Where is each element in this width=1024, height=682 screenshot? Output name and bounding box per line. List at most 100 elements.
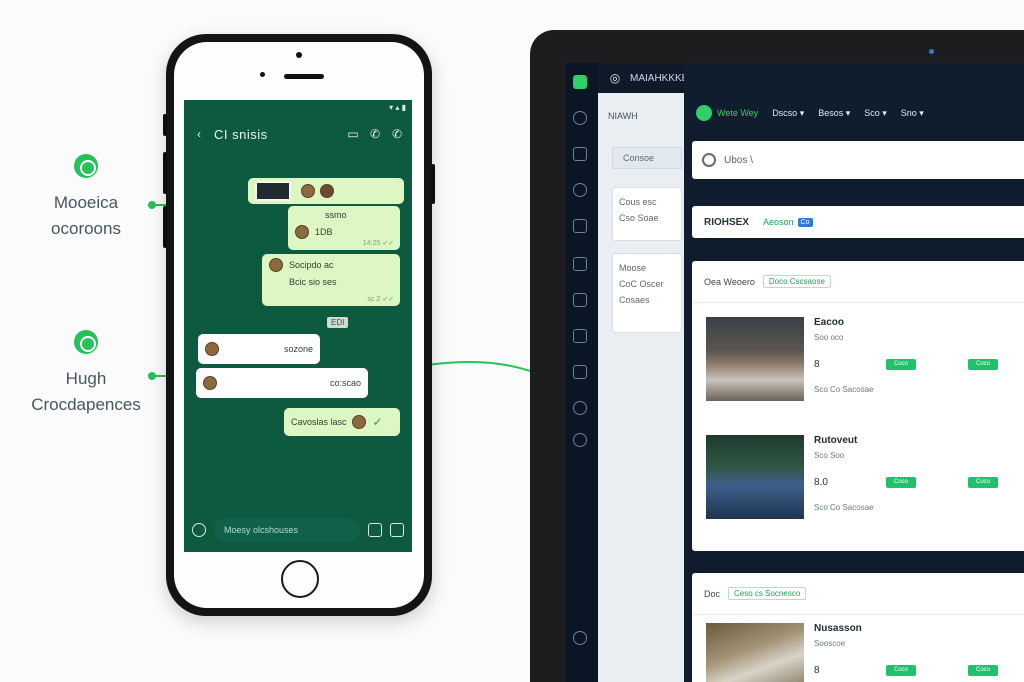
annotation-1-line1: Mooeica	[53, 193, 119, 212]
item-value: 8	[814, 665, 820, 676]
status-pill: Coco	[886, 477, 916, 488]
status-tag: Co	[797, 217, 813, 227]
brand[interactable]: Wete Wey	[696, 105, 758, 121]
menu-icon[interactable]: ✆	[390, 127, 404, 141]
icon-rail	[566, 63, 598, 682]
camera-icon[interactable]	[368, 523, 382, 537]
item-thumbnail	[706, 623, 804, 682]
item-thumbnail	[706, 317, 804, 401]
chat-bubble-4[interactable]: sozone	[198, 334, 320, 364]
bubble-3-line2: Bcic sio ses	[289, 277, 337, 287]
phone-camera	[296, 52, 302, 58]
avatar	[203, 376, 217, 390]
list-header-label: Doc	[704, 588, 721, 599]
folder-icon[interactable]	[573, 257, 587, 271]
nav-item[interactable]: Dscso ▾	[772, 108, 804, 119]
app-logo-icon[interactable]	[573, 75, 587, 89]
sidebar-card-2-line: CoC Oscer	[619, 279, 664, 289]
list-icon[interactable]	[573, 293, 587, 307]
section-header: RIOHSEX Aeoson Co	[692, 206, 1024, 238]
video-call-icon[interactable]: ▭	[346, 127, 360, 141]
sidebar-button[interactable]: Consoe	[612, 147, 682, 169]
chat-header: ‹ CI snisis ▭ ✆ ✆	[184, 114, 412, 154]
item-value: 8	[814, 359, 820, 370]
people-icon[interactable]	[573, 401, 587, 415]
image-thumbnail	[255, 181, 291, 201]
chat-icon[interactable]	[573, 111, 587, 125]
results-list: Oea Weoero Doco Cscsaose Eacoo Soo oco 8…	[692, 261, 1024, 551]
chat-bubble-6[interactable]: Cavoslas lasc ✓	[284, 408, 400, 436]
annotation-1-line2: ocoroons	[51, 219, 121, 238]
item-subtitle: Sco Soo	[814, 451, 845, 460]
nav-item[interactable]: Besos ▾	[818, 108, 850, 119]
chat-bubble-1[interactable]	[248, 178, 404, 204]
list-item[interactable]: Rutoveut Sco Soo 8.0 Coco Coco Sco Co Sa…	[706, 435, 1024, 521]
main-nav: Wete Wey Dscso ▾ Besos ▾ Sco ▾ Sno ▾	[684, 93, 1024, 133]
status-icon[interactable]	[573, 147, 587, 161]
clock-icon[interactable]	[573, 183, 587, 197]
sidebar-card-2[interactable]: Moose CoC Oscer Cosaes	[612, 253, 682, 333]
annotation-2-line1: Hugh	[65, 369, 107, 388]
sidebar-card-1[interactable]: Cous esc Cso Soae	[612, 187, 682, 241]
grid-icon[interactable]	[573, 219, 587, 233]
chat-bubble-2[interactable]: ssmo 1DB 14:25 ✓✓	[288, 206, 400, 250]
search-bar[interactable]: Ubos \	[692, 141, 1024, 179]
doc-icon[interactable]	[573, 365, 587, 379]
chat-screen: ▾ ▴ ▮ ‹ CI snisis ▭ ✆ ✆ ssmo 1DB 14:25 ✓…	[184, 100, 412, 552]
item-value: 8.0	[814, 477, 828, 488]
back-icon[interactable]: ‹	[192, 127, 206, 141]
bubble-2-line: 1DB	[315, 227, 333, 237]
stage: Mooeica ocoroons Hugh Crocdapences ▾ ▴ ▮…	[0, 0, 1024, 682]
search-icon	[702, 153, 716, 167]
status-icons: ▾ ▴ ▮	[389, 102, 406, 112]
emoji-icon[interactable]	[192, 523, 206, 537]
section-title: RIOHSEX	[704, 216, 750, 228]
home-button[interactable]	[281, 560, 319, 598]
avatar	[301, 184, 315, 198]
bubble-3-text: Socipdo ac	[289, 260, 334, 270]
status-pill: Coco	[886, 665, 916, 676]
sidebar-top-label: NIAWH	[608, 111, 638, 121]
avatar	[205, 342, 219, 356]
top-bar-title: MAIAHKKKE	[630, 72, 689, 84]
nav-item[interactable]: Sno ▾	[901, 108, 924, 119]
help-icon[interactable]	[573, 433, 587, 447]
item-title: Nusasson	[814, 623, 862, 634]
item-title: Eacoo	[814, 317, 845, 328]
avatar	[351, 415, 366, 429]
phone-side-button	[163, 152, 167, 194]
nav-item[interactable]: Sco ▾	[864, 108, 887, 119]
search-input[interactable]: Ubos \	[724, 155, 753, 166]
secondary-sidebar: NIAWH Consoe Cous esc Cso Soae Moose CoC…	[598, 63, 684, 682]
list-header: Doc Ceso cs Socnesco	[692, 573, 1024, 615]
status-text: Aeoson	[763, 217, 794, 227]
brand-name: Wete Wey	[717, 108, 759, 118]
filter-chip[interactable]: Ceso cs Socnesco	[728, 587, 807, 600]
whatsapp-icon	[74, 154, 98, 178]
main-panel: Wete Wey Dscso ▾ Besos ▾ Sco ▾ Sno ▾ Ubo…	[684, 63, 1024, 682]
phone-call-icon[interactable]: ✆	[368, 127, 382, 141]
layers-icon[interactable]	[573, 329, 587, 343]
chat-bubble-3[interactable]: Socipdo ac Bcic sio ses sc 2 ✓✓	[262, 254, 400, 306]
list-item[interactable]: Nusasson Sooscoe 8 Coco Coco	[706, 623, 1024, 682]
bubble-2-row: 1DB	[295, 225, 333, 239]
chat-bubble-5[interactable]: co:scao	[196, 368, 368, 398]
message-input[interactable]: Moesy olcshouses	[214, 518, 360, 542]
sidebar-card-2-line: Cosaes	[619, 295, 650, 305]
phone-side-button	[163, 206, 167, 248]
status-pill: Coco	[968, 359, 998, 370]
list-item[interactable]: Eacoo Soo oco 8 Coco Coco Sco Co Sacosae	[706, 317, 1024, 403]
brand-logo-icon	[696, 105, 712, 121]
phone-sensor	[260, 72, 265, 77]
settings-icon[interactable]	[573, 631, 587, 645]
filter-chip[interactable]: Doco Cscsaose	[762, 275, 831, 288]
laptop-screen: NIAWH Consoe Cous esc Cso Soae Moose CoC…	[566, 63, 1024, 682]
sidebar-card-1-line: Cous esc	[619, 197, 657, 207]
list-header-label: Oea Weoero	[704, 276, 755, 287]
mic-icon[interactable]	[390, 523, 404, 537]
webcam	[929, 49, 934, 54]
whatsapp-icon: ◎	[609, 71, 621, 85]
bubble-4-line: sozone	[283, 344, 313, 354]
bubble-2-top: ssmo	[325, 210, 347, 220]
chat-title: CI snisis	[214, 126, 268, 142]
